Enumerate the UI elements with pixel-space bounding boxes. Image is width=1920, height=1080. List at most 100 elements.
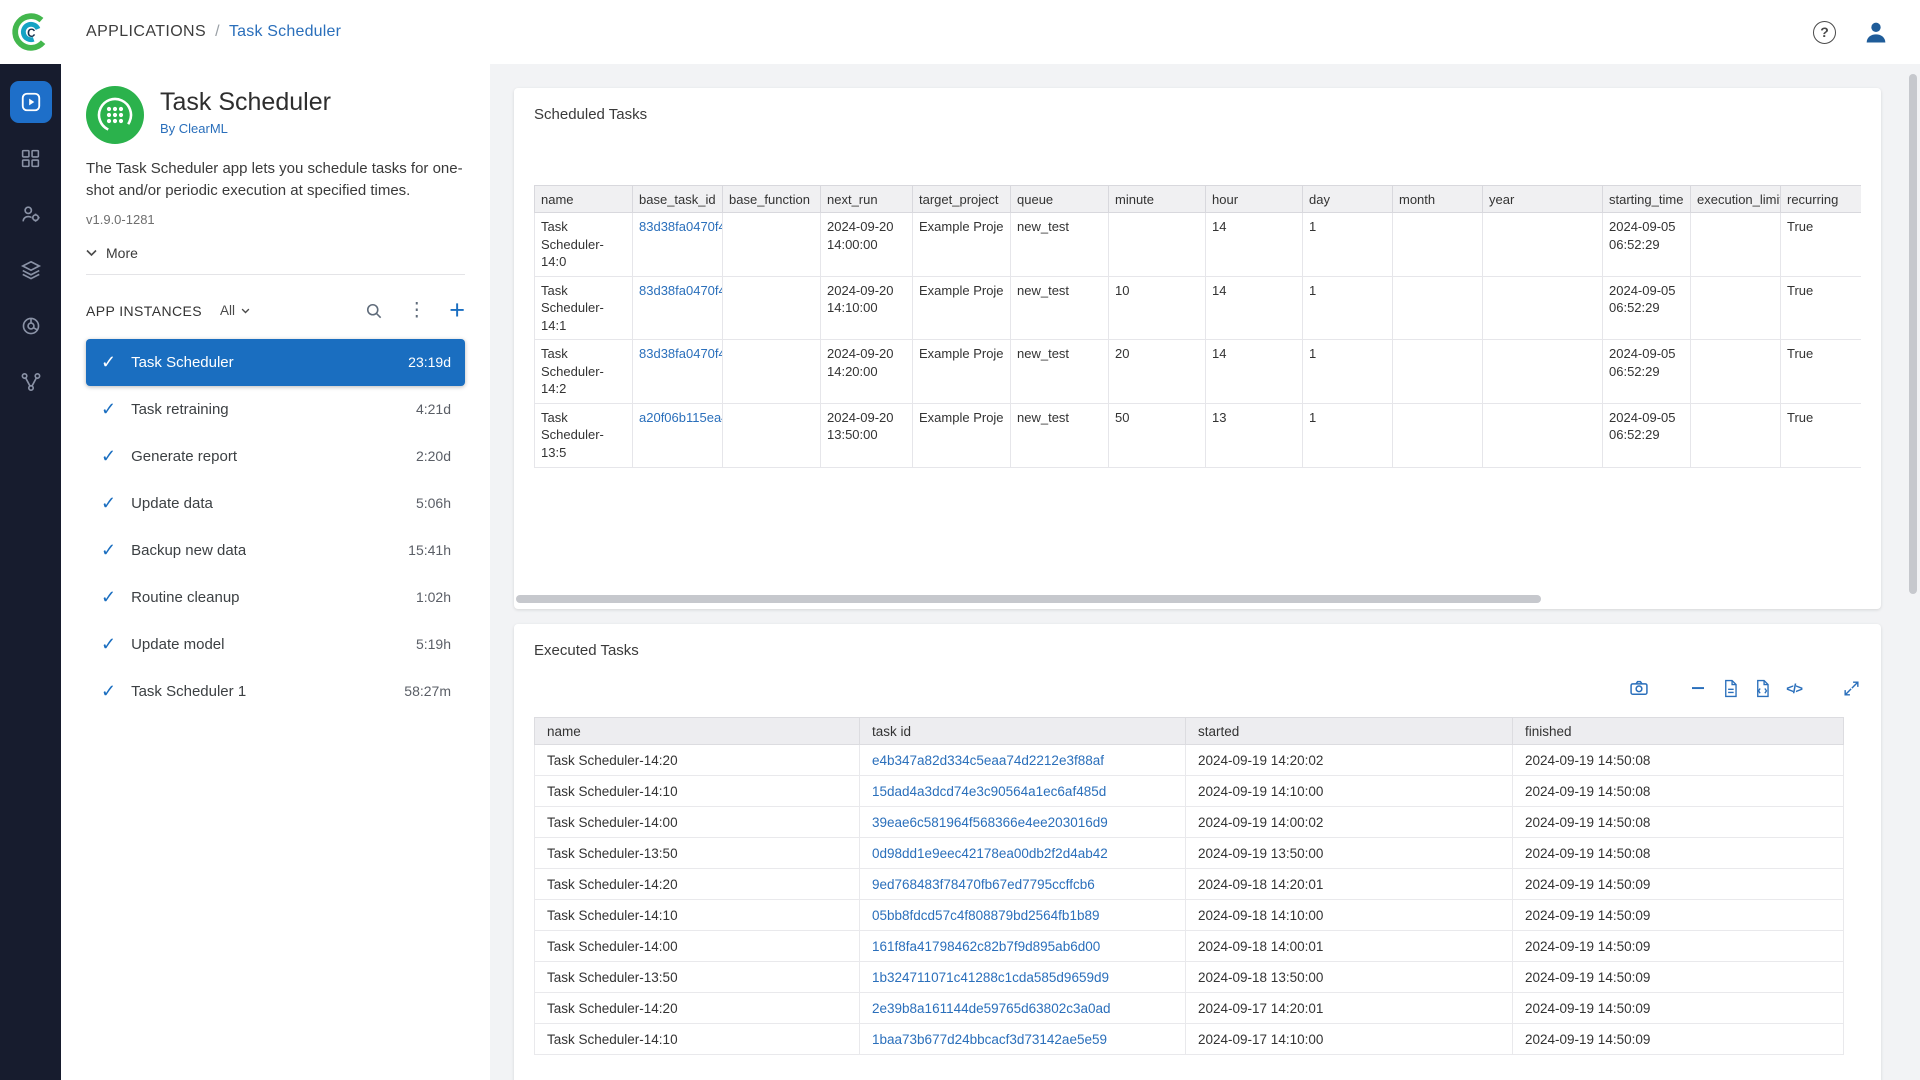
column-header[interactable]: base_task_id — [633, 186, 723, 213]
nav-reports[interactable] — [10, 305, 52, 347]
embed-code-icon[interactable]: </> — [1786, 681, 1802, 696]
instance-item[interactable]: ✓ Backup new data 15:41h — [86, 527, 465, 574]
cell-finished: 2024-09-19 14:50:09 — [1513, 869, 1844, 900]
instance-item[interactable]: ✓ Update model 5:19h — [86, 621, 465, 668]
scheduled-task-row[interactable]: Task Scheduler-13:5 a20f06b115ea4 2024-0… — [535, 403, 1862, 467]
base-task-id-link[interactable]: a20f06b115ea4 — [633, 403, 723, 467]
vertical-scrollbar[interactable] — [1909, 74, 1917, 594]
help-icon[interactable]: ? — [1813, 21, 1836, 44]
task-id-link[interactable]: 1b324711071c41288c1cda585d9659d9 — [860, 962, 1186, 993]
user-avatar-icon[interactable] — [1862, 18, 1890, 46]
divider — [86, 274, 465, 275]
column-header[interactable]: target_project — [913, 186, 1011, 213]
column-header[interactable]: recurring — [1781, 186, 1862, 213]
scheduled-task-row[interactable]: Task Scheduler-14:2 83d38fa0470f4 2024-0… — [535, 340, 1862, 404]
nav-pipelines[interactable] — [10, 361, 52, 403]
maximize-icon[interactable] — [1842, 679, 1861, 698]
cell-name: Task Scheduler-14:0 — [535, 213, 633, 277]
download-json-icon[interactable] — [1754, 679, 1771, 698]
instance-item[interactable]: ✓ Update data 5:06h — [86, 480, 465, 527]
add-instance-button[interactable]: + — [449, 297, 465, 324]
task-id-link[interactable]: 161f8fa41798462c82b7f9d895ab6d00 — [860, 931, 1186, 962]
dash-icon[interactable] — [1689, 679, 1707, 697]
cell-base-function — [723, 213, 821, 277]
cell-queue: new_test — [1011, 213, 1109, 277]
column-header[interactable]: name — [535, 718, 860, 745]
cell-year — [1483, 403, 1603, 467]
instance-item[interactable]: ✓ Task retraining 4:21d — [86, 386, 465, 433]
executed-task-row[interactable]: Task Scheduler-13:50 1b324711071c41288c1… — [535, 962, 1844, 993]
cell-execution-limit — [1691, 403, 1781, 467]
column-header[interactable]: month — [1393, 186, 1483, 213]
column-header[interactable]: hour — [1206, 186, 1303, 213]
horizontal-scrollbar[interactable] — [516, 595, 1541, 603]
camera-icon[interactable] — [1629, 678, 1649, 698]
column-header[interactable]: task id — [860, 718, 1186, 745]
scheduled-task-row[interactable]: Task Scheduler-14:1 83d38fa0470f4 2024-0… — [535, 276, 1862, 340]
scheduled-tasks-card: Scheduled Tasks namebase_task_idbase_fun… — [514, 88, 1881, 609]
executed-task-row[interactable]: Task Scheduler-14:00 39eae6c581964f56836… — [535, 807, 1844, 838]
task-scheduler-app-icon — [86, 86, 144, 144]
executed-task-row[interactable]: Task Scheduler-14:10 15dad4a3dcd74e3c905… — [535, 776, 1844, 807]
cell-minute: 50 — [1109, 403, 1206, 467]
instance-item[interactable]: ✓ Routine cleanup 1:02h — [86, 574, 465, 621]
executed-task-row[interactable]: Task Scheduler-13:50 0d98dd1e9eec42178ea… — [535, 838, 1844, 869]
app-byline-link[interactable]: By ClearML — [160, 121, 331, 136]
kebab-menu-icon[interactable]: ⋮ — [407, 301, 426, 320]
base-task-id-link[interactable]: 83d38fa0470f4 — [633, 340, 723, 404]
cell-finished: 2024-09-19 14:50:09 — [1513, 1024, 1844, 1055]
breadcrumb-applications-link[interactable]: APPLICATIONS — [86, 23, 206, 41]
search-icon[interactable] — [364, 301, 384, 321]
task-id-link[interactable]: 39eae6c581964f568366e4ee203016d9 — [860, 807, 1186, 838]
column-header[interactable]: starting_time — [1603, 186, 1691, 213]
executed-task-row[interactable]: Task Scheduler-14:10 1baa73b677d24bbcacf… — [535, 1024, 1844, 1055]
executed-task-row[interactable]: Task Scheduler-14:00 161f8fa41798462c82b… — [535, 931, 1844, 962]
column-header[interactable]: finished — [1513, 718, 1844, 745]
task-id-link[interactable]: 9ed768483f78470fb67ed7795ccffcb6 — [860, 869, 1186, 900]
body-row: Task Scheduler By ClearML The Task Sched… — [0, 64, 1920, 1080]
logo-box[interactable]: C — [0, 9, 61, 55]
executed-task-row[interactable]: Task Scheduler-14:20 e4b347a82d334c5eaa7… — [535, 745, 1844, 776]
executed-task-row[interactable]: Task Scheduler-14:20 2e39b8a161144de5976… — [535, 993, 1844, 1024]
task-id-link[interactable]: 2e39b8a161144de59765d63802c3a0ad — [860, 993, 1186, 1024]
scheduled-task-row[interactable]: Task Scheduler-14:0 83d38fa0470f4 2024-0… — [535, 213, 1862, 277]
more-toggle[interactable]: More — [86, 245, 465, 261]
base-task-id-link[interactable]: 83d38fa0470f4 — [633, 276, 723, 340]
main-content: Scheduled Tasks namebase_task_idbase_fun… — [490, 64, 1920, 1080]
column-header[interactable]: execution_limit — [1691, 186, 1781, 213]
column-header[interactable]: queue — [1011, 186, 1109, 213]
column-header[interactable]: name — [535, 186, 633, 213]
task-id-link[interactable]: e4b347a82d334c5eaa74d2212e3f88af — [860, 745, 1186, 776]
instance-item[interactable]: ✓ Generate report 2:20d — [86, 433, 465, 480]
nav-datasets[interactable] — [10, 249, 52, 291]
nav-applications[interactable] — [10, 81, 52, 123]
cell-name: Task Scheduler-14:2 — [535, 340, 633, 404]
task-id-link[interactable]: 1baa73b677d24bbcacf3d73142ae5e59 — [860, 1024, 1186, 1055]
cell-name: Task Scheduler-13:50 — [535, 838, 860, 869]
task-id-link[interactable]: 0d98dd1e9eec42178ea00db2f2d4ab42 — [860, 838, 1186, 869]
check-icon: ✓ — [101, 399, 116, 420]
executed-header-row: nametask idstartedfinished — [535, 718, 1844, 745]
executed-task-row[interactable]: Task Scheduler-14:10 05bb8fdcd57c4f80887… — [535, 900, 1844, 931]
nav-projects[interactable] — [10, 137, 52, 179]
column-header[interactable]: day — [1303, 186, 1393, 213]
column-header[interactable]: base_function — [723, 186, 821, 213]
cell-queue: new_test — [1011, 403, 1109, 467]
pipelines-icon — [20, 371, 42, 393]
column-header[interactable]: minute — [1109, 186, 1206, 213]
column-header[interactable]: started — [1186, 718, 1513, 745]
task-id-link[interactable]: 15dad4a3dcd74e3c90564a1ec6af485d — [860, 776, 1186, 807]
executed-task-row[interactable]: Task Scheduler-14:20 9ed768483f78470fb67… — [535, 869, 1844, 900]
download-csv-icon[interactable] — [1722, 679, 1739, 698]
base-task-id-link[interactable]: 83d38fa0470f4 — [633, 213, 723, 277]
instance-item[interactable]: ✓ Task Scheduler 1 58:27m — [86, 668, 465, 715]
instance-item[interactable]: ✓ Task Scheduler 23:19d — [86, 339, 465, 386]
column-header[interactable]: next_run — [821, 186, 913, 213]
cell-base-function — [723, 340, 821, 404]
instances-filter-dropdown[interactable]: All — [220, 303, 250, 318]
app-side-panel: Task Scheduler By ClearML The Task Sched… — [61, 64, 490, 1080]
task-id-link[interactable]: 05bb8fdcd57c4f808879bd2564fb1b89 — [860, 900, 1186, 931]
nav-workers-queues[interactable] — [10, 193, 52, 235]
cell-name: Task Scheduler-14:20 — [535, 745, 860, 776]
column-header[interactable]: year — [1483, 186, 1603, 213]
